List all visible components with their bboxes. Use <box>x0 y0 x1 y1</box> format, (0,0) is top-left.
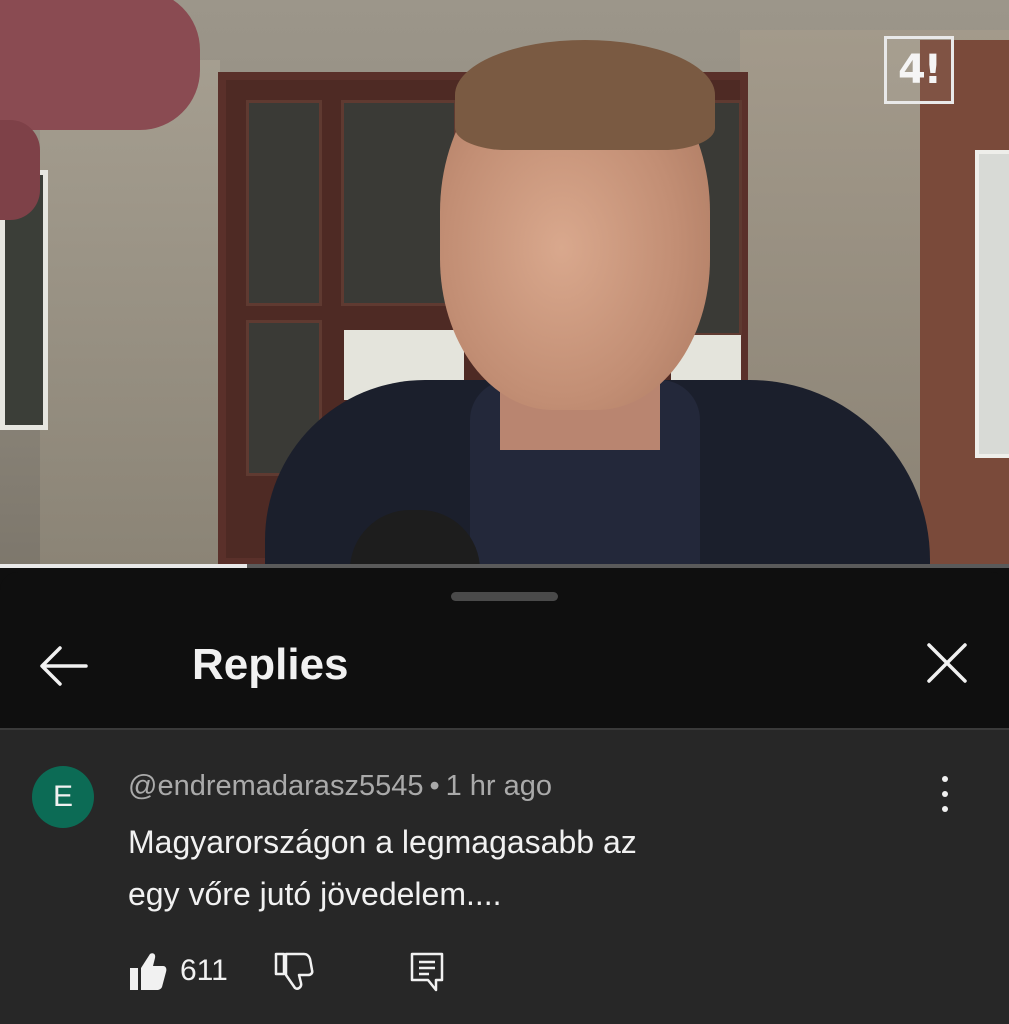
building-wall <box>40 60 220 566</box>
arrow-left-icon <box>40 646 88 686</box>
thumbs-up-icon <box>130 953 167 990</box>
video-player[interactable]: 4! <box>0 0 1009 566</box>
microphone <box>0 120 40 220</box>
like-button[interactable] <box>128 950 168 994</box>
replies-panel: Replies E @endremadarasz5545 • 1 hr ago Ma… <box>0 572 1009 1024</box>
more-options-button[interactable] <box>930 776 960 822</box>
thumbs-down-icon <box>274 952 314 990</box>
comment-meta: @endremadarasz5545 • 1 hr ago <box>128 770 552 803</box>
avatar[interactable]: E <box>32 766 94 828</box>
close-button[interactable] <box>922 638 972 688</box>
video-progress-fill <box>0 564 248 568</box>
comment-item: E @endremadarasz5545 • 1 hr ago Magyarorsz… <box>0 730 1009 1024</box>
panel-title: Replies <box>192 640 349 689</box>
more-vertical-icon <box>930 776 960 812</box>
comment-text-line: egy vőre jutó jövedelem.... <box>128 876 502 912</box>
comment-actions: 611 <box>128 950 528 1000</box>
microphone <box>0 0 200 130</box>
comment-icon <box>410 952 444 992</box>
reply-button[interactable] <box>408 950 448 994</box>
back-button[interactable] <box>36 638 92 694</box>
comment-author[interactable]: @endremadarasz5545 <box>128 770 423 802</box>
meta-separator: • <box>429 770 440 802</box>
like-count: 611 <box>180 954 228 987</box>
comment-text-line: Magyarországon a legmagasabb az <box>128 824 637 860</box>
dislike-button[interactable] <box>272 950 316 994</box>
drag-handle[interactable] <box>451 592 558 601</box>
person-hair <box>455 40 715 150</box>
video-progress-bar[interactable] <box>0 564 1009 568</box>
close-icon <box>927 643 967 683</box>
comment-text: Magyarországon a legmagasabb az egy vőre… <box>128 816 888 920</box>
comment-time: 1 hr ago <box>445 770 553 802</box>
channel-logo: 4! <box>884 36 954 104</box>
window <box>975 150 1009 458</box>
